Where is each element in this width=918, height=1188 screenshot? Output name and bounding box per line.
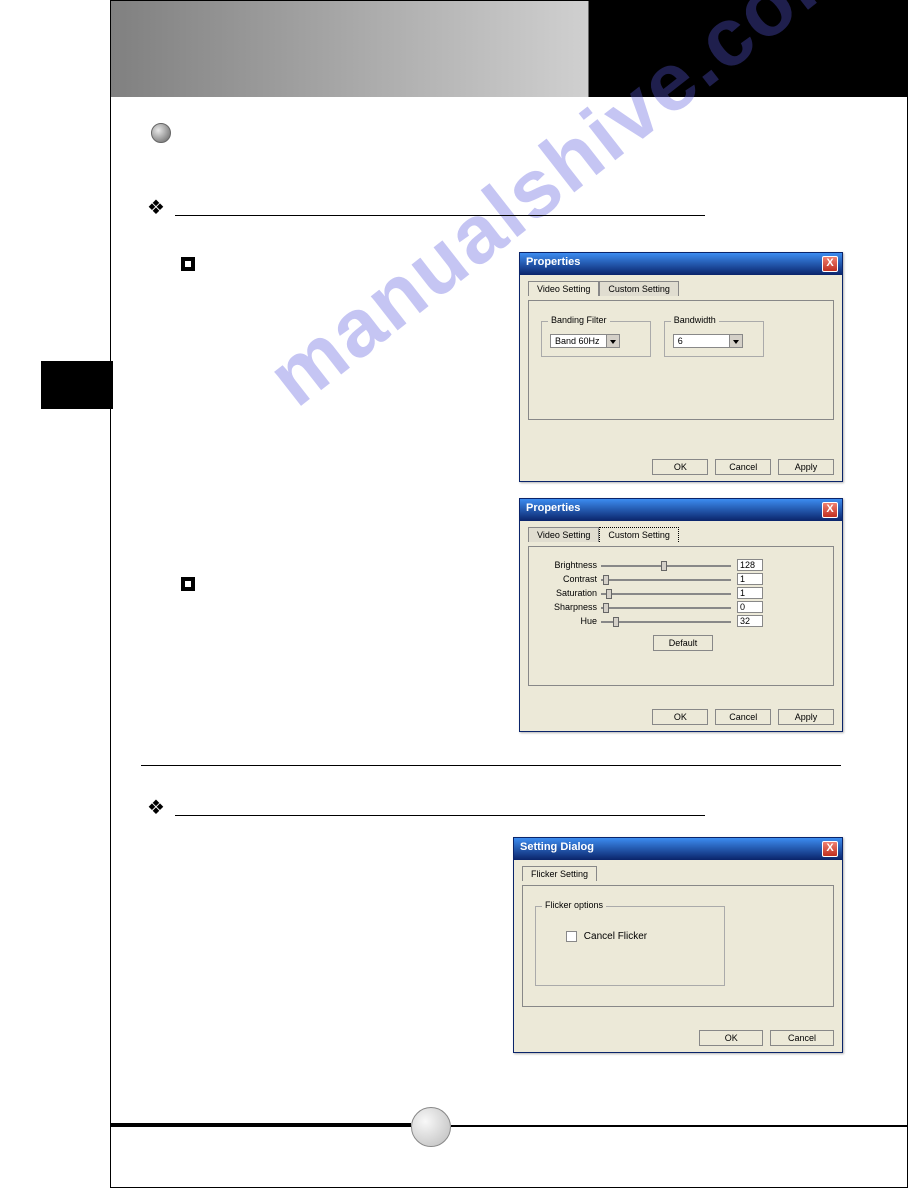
close-button[interactable]: X [822,841,838,857]
side-tab [41,361,113,409]
slider-row: Hue 32 [541,615,821,627]
slider-row: Sharpness 0 [541,601,821,613]
tab-panel: Brightness 128 Contrast 1 Saturation 1 Sharpne… [528,546,834,686]
bandwidth-select[interactable]: 6 [673,334,743,348]
header-band [111,1,907,97]
flicker-options-group: Flicker options Cancel Flicker [535,906,725,986]
tab-video-setting[interactable]: Video Setting [528,281,599,296]
tab-strip: Flicker Setting [522,866,834,881]
dialog-title: Properties [526,502,580,514]
dialog-body: Video SettingCustom Setting Banding Filt… [520,275,842,460]
tab-custom-setting[interactable]: Custom Setting [599,281,679,296]
ok-button[interactable]: OK [652,709,708,725]
dialog-titlebar: Properties X [520,253,842,275]
divider-line [141,765,841,766]
cancel-flicker-checkbox[interactable] [566,931,577,942]
slider-track[interactable] [601,565,731,567]
banding-filter-group: Banding Filter Band 60Hz [541,321,651,357]
dialog-title: Setting Dialog [520,841,594,853]
dialog-body: Flicker Setting Flicker options Cancel F… [514,860,842,1047]
slider-row: Brightness 128 [541,559,821,571]
close-button[interactable]: X [822,502,838,518]
slider-row: Saturation 1 [541,587,821,599]
slider-label: Sharpness [541,602,597,612]
slider-track[interactable] [601,579,731,581]
section-bullet-icon [151,123,171,143]
banding-filter-select[interactable]: Band 60Hz [550,334,620,348]
slider-value: 1 [737,573,763,585]
diamond-bullet-icon [151,801,167,817]
slider-thumb[interactable] [661,561,667,571]
slider-value: 32 [737,615,763,627]
square-bullet-icon [181,577,195,591]
apply-button[interactable]: Apply [778,709,834,725]
cancel-button[interactable]: Cancel [715,709,771,725]
dialog-body: Video SettingCustom Setting Brightness 12… [520,521,842,726]
group-label: Bandwidth [671,315,719,325]
group-label: Flicker options [542,900,606,910]
properties-dialog-custom: Properties X Video SettingCustom Setting… [519,498,843,732]
dialog-button-row: OK Cancel Apply [648,709,834,725]
slider-value: 128 [737,559,763,571]
checkbox-label: Cancel Flicker [584,931,647,942]
slider-value: 1 [737,587,763,599]
apply-button[interactable]: Apply [778,459,834,475]
setting-dialog-flicker: Setting Dialog X Flicker Setting Flicker… [513,837,843,1053]
slider-row: Contrast 1 [541,573,821,585]
default-button[interactable]: Default [653,635,713,651]
default-button-row: Default [541,635,821,651]
dialog-titlebar: Properties X [520,499,842,521]
tab-panel: Flicker options Cancel Flicker [522,885,834,1007]
close-button[interactable]: X [822,256,838,272]
slider-label: Saturation [541,588,597,598]
slider-list: Brightness 128 Contrast 1 Saturation 1 Sharpne… [541,559,821,627]
bandwidth-group: Bandwidth 6 [664,321,764,357]
slider-thumb[interactable] [606,589,612,599]
dialog-title: Properties [526,256,580,268]
slider-track[interactable] [601,593,731,595]
slider-label: Contrast [541,574,597,584]
tab-custom-setting[interactable]: Custom Setting [599,527,679,542]
properties-dialog-video: Properties X Video SettingCustom Setting… [519,252,843,482]
ok-button[interactable]: OK [699,1030,763,1046]
slider-label: Hue [541,616,597,626]
group-label: Banding Filter [548,315,610,325]
heading-underline [175,215,705,216]
diamond-bullet-icon [151,201,167,217]
tab-flicker-setting[interactable]: Flicker Setting [522,866,597,881]
slider-thumb[interactable] [603,575,609,585]
dialog-button-row: OK Cancel Apply [648,459,834,475]
slider-value: 0 [737,601,763,613]
slider-track[interactable] [601,607,731,609]
slider-thumb[interactable] [613,617,619,627]
tab-panel: Banding Filter Band 60Hz Bandwidth 6 [528,300,834,420]
square-bullet-icon [181,257,195,271]
cancel-button[interactable]: Cancel [770,1030,834,1046]
document-page: manualshive.com Properties X Video Setti… [110,0,908,1188]
tab-strip: Video SettingCustom Setting [528,281,834,296]
footer-line-right [451,1125,907,1127]
dialog-button-row: OK Cancel [695,1030,834,1046]
heading-underline [175,815,705,816]
slider-thumb[interactable] [603,603,609,613]
page-number-circle [411,1107,451,1147]
footer-line-left [111,1123,411,1127]
slider-label: Brightness [541,560,597,570]
slider-track[interactable] [601,621,731,623]
dialog-titlebar: Setting Dialog X [514,838,842,860]
tab-strip: Video SettingCustom Setting [528,527,834,542]
tab-video-setting[interactable]: Video Setting [528,527,599,542]
cancel-button[interactable]: Cancel [715,459,771,475]
ok-button[interactable]: OK [652,459,708,475]
